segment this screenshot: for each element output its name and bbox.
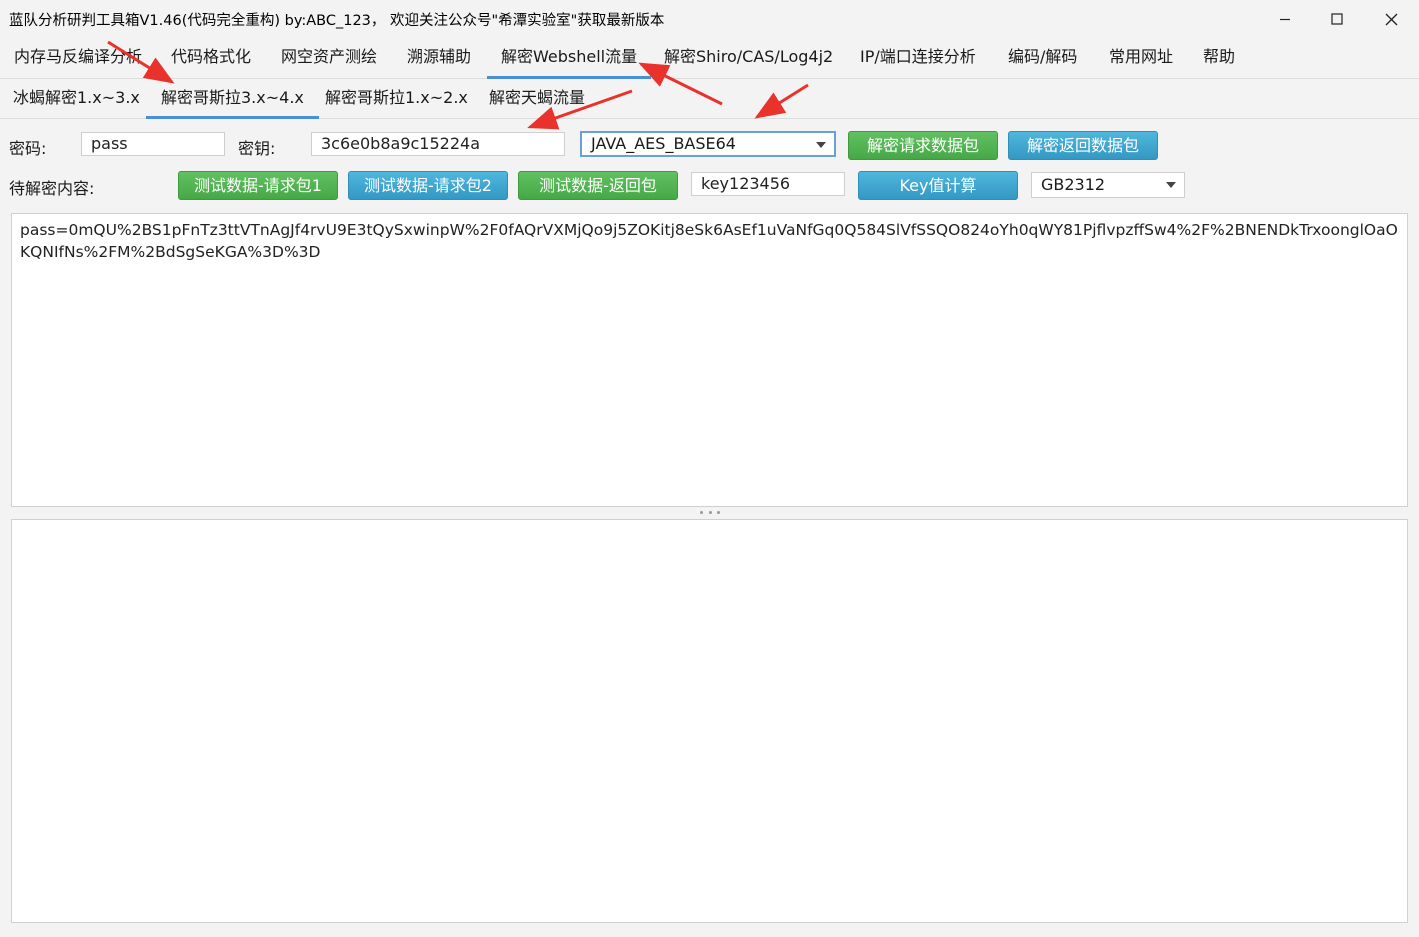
menu-code-format[interactable]: 代码格式化 xyxy=(171,38,251,79)
sub-tab-bar: 冰蝎解密1.x~3.x 解密哥斯拉3.x~4.x 解密哥斯拉1.x~2.x 解密… xyxy=(0,79,1419,119)
menu-common-urls[interactable]: 常用网址 xyxy=(1109,38,1173,79)
minimize-icon xyxy=(1280,18,1290,21)
ciphertext-input[interactable]: pass=0mQU%2BS1pFnTz3ttVTnAgJf4rvU9E3tQyS… xyxy=(11,213,1408,507)
chevron-down-icon xyxy=(816,142,826,148)
charset-select[interactable]: GB2312 xyxy=(1031,172,1185,198)
maximize-button[interactable] xyxy=(1311,0,1363,38)
tab-godzilla-3-4[interactable]: 解密哥斯拉3.x~4.x xyxy=(146,79,319,119)
key-label: 密钥: xyxy=(238,139,276,158)
test-request1-button[interactable]: 测试数据-请求包1 xyxy=(178,171,338,200)
title-bar: 蓝队分析研判工具箱V1.46(代码完全重构) by:ABC_123， 欢迎关注公… xyxy=(0,0,1419,38)
menu-memshell-decompile[interactable]: 内存马反编译分析 xyxy=(14,38,142,79)
decrypt-request-button[interactable]: 解密请求数据包 xyxy=(848,131,998,160)
content-label: 待解密内容: xyxy=(9,179,95,198)
menu-decrypt-shiro[interactable]: 解密Shiro/CAS/Log4j2 xyxy=(664,38,833,79)
menu-decrypt-webshell[interactable]: 解密Webshell流量 xyxy=(486,38,652,79)
tab-godzilla-1-2[interactable]: 解密哥斯拉1.x~2.x xyxy=(325,79,468,119)
tab-tianxie[interactable]: 解密天蝎流量 xyxy=(489,79,585,119)
password-label: 密码: xyxy=(9,139,47,158)
tab-behinder[interactable]: 冰蝎解密1.x~3.x xyxy=(13,79,140,119)
test-response-button[interactable]: 测试数据-返回包 xyxy=(518,171,678,200)
mode-select[interactable]: JAVA_AES_BASE64 xyxy=(580,131,836,157)
menu-asset-mapping[interactable]: 网空资产测绘 xyxy=(281,38,377,79)
menu-ip-port-analysis[interactable]: IP/端口连接分析 xyxy=(860,38,976,79)
pane-splitter[interactable] xyxy=(0,506,1419,519)
decrypted-output[interactable] xyxy=(11,519,1408,923)
menu-trace-assist[interactable]: 溯源辅助 xyxy=(407,38,471,79)
key-calc-button[interactable]: Key值计算 xyxy=(858,171,1018,200)
password-input[interactable]: pass xyxy=(81,132,225,156)
main-menu-bar: 内存马反编译分析 代码格式化 网空资产测绘 溯源辅助 解密Webshell流量 … xyxy=(0,38,1419,79)
menu-help[interactable]: 帮助 xyxy=(1203,38,1235,79)
test-request2-button[interactable]: 测试数据-请求包2 xyxy=(348,171,508,200)
charset-select-value: GB2312 xyxy=(1041,175,1106,194)
chevron-down-icon xyxy=(1166,182,1176,188)
key-calc-input[interactable]: key123456 xyxy=(691,172,845,196)
mode-select-value: JAVA_AES_BASE64 xyxy=(591,134,736,153)
drag-handle-icon xyxy=(700,511,720,515)
close-icon xyxy=(1385,13,1397,25)
window-title: 蓝队分析研判工具箱V1.46(代码完全重构) by:ABC_123， 欢迎关注公… xyxy=(9,13,665,29)
maximize-icon xyxy=(1331,13,1343,25)
key-input[interactable]: 3c6e0b8a9c15224a xyxy=(311,132,565,156)
menu-encode-decode[interactable]: 编码/解码 xyxy=(1008,38,1077,79)
close-button[interactable] xyxy=(1365,0,1417,38)
decrypt-response-button[interactable]: 解密返回数据包 xyxy=(1008,131,1158,160)
minimize-button[interactable] xyxy=(1259,0,1311,38)
